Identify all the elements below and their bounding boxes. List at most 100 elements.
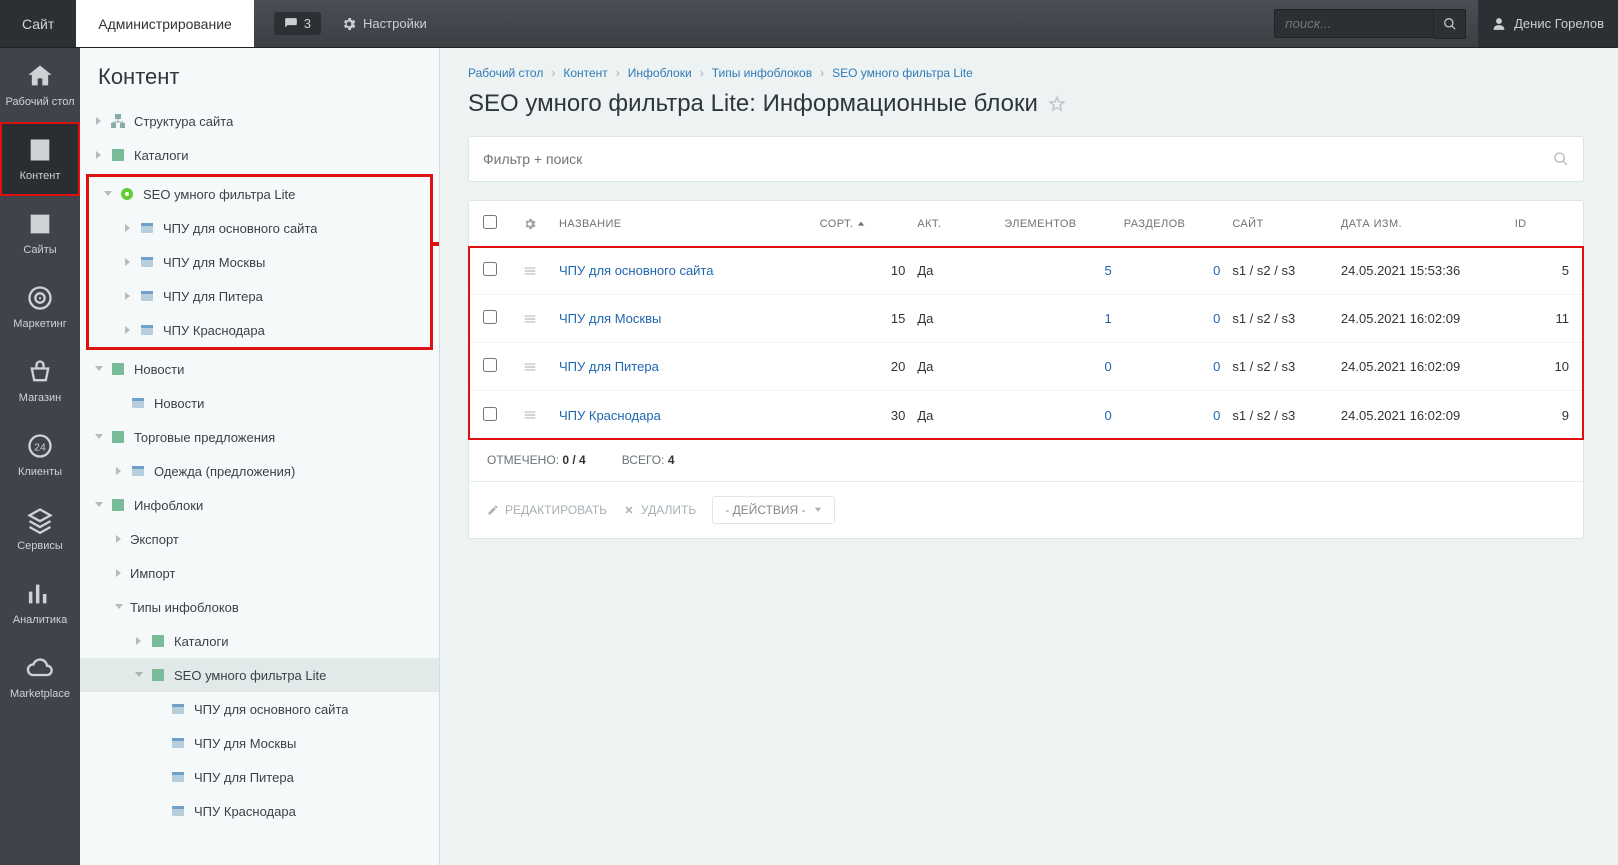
rail-shop[interactable]: Магазин (0, 344, 80, 418)
col-id[interactable]: ID (1515, 218, 1569, 230)
breadcrumb-link[interactable]: Контент (563, 66, 607, 80)
col-active[interactable]: АКТ. (917, 218, 1004, 230)
tree-types-seo-child[interactable]: ЧПУ для основного сайта (80, 692, 439, 726)
tree-catalogs[interactable]: Каталоги (80, 138, 439, 172)
tree-types-catalogs[interactable]: Каталоги (80, 624, 439, 658)
row-id: 9 (1515, 408, 1569, 423)
tab-admin[interactable]: Администрирование (76, 0, 254, 47)
chevron-right-icon (114, 568, 124, 578)
page-icon (139, 220, 155, 236)
rail-label: Маркетинг (13, 318, 66, 330)
rail-analytics[interactable]: Аналитика (0, 566, 80, 640)
rail-services[interactable]: Сервисы (0, 492, 80, 566)
tree-types-seo-child[interactable]: ЧПУ для Москвы (80, 726, 439, 760)
search-input[interactable] (1274, 9, 1434, 38)
search-button[interactable] (1434, 9, 1466, 39)
row-sort: 30 (820, 408, 918, 423)
tree-iblocks-types[interactable]: Типы инфоблоков (80, 590, 439, 624)
book-icon (110, 147, 126, 163)
rail-marketing[interactable]: Маркетинг (0, 270, 80, 344)
row-menu[interactable] (523, 360, 559, 374)
topbar: Сайт Администрирование 3 Настройки Денис… (0, 0, 1618, 48)
breadcrumb-link[interactable]: Типы инфоблоков (712, 66, 812, 80)
tree-offers-child[interactable]: Одежда (предложения) (80, 454, 439, 488)
row-elements[interactable]: 0 (1004, 408, 1123, 423)
row-name[interactable]: ЧПУ Краснодара (559, 408, 820, 423)
tree-seo-child[interactable]: ЧПУ для Питера (89, 279, 430, 313)
tree-news-child[interactable]: Новости (80, 386, 439, 420)
col-elements[interactable]: ЭЛЕМЕНТОВ (1004, 218, 1123, 230)
user-menu[interactable]: Денис Горелов (1478, 0, 1618, 47)
col-sort[interactable]: СОРТ. (820, 218, 918, 230)
tree-seo-child[interactable]: ЧПУ для основного сайта (89, 211, 430, 245)
edit-button[interactable]: РЕДАКТИРОВАТЬ (487, 503, 607, 517)
chevron-right-icon (114, 534, 124, 544)
gear-icon (523, 217, 537, 231)
tree-seo-child[interactable]: ЧПУ для Москвы (89, 245, 430, 279)
row-site: s1 / s2 / s3 (1232, 408, 1341, 423)
row-name[interactable]: ЧПУ для Питера (559, 359, 820, 374)
tree-seo-root[interactable]: SEO умного фильтра Lite (89, 177, 430, 211)
breadcrumb-link[interactable]: Инфоблоки (628, 66, 692, 80)
notifications-count: 3 (304, 16, 311, 31)
grid-settings[interactable] (523, 217, 559, 231)
row-sections[interactable]: 0 (1124, 359, 1233, 374)
col-date[interactable]: ДАТА ИЗМ. (1341, 218, 1515, 230)
select-all-checkbox[interactable] (483, 215, 497, 229)
row-name[interactable]: ЧПУ для основного сайта (559, 263, 820, 278)
row-date: 24.05.2021 15:53:36 (1341, 263, 1515, 278)
svg-text:24: 24 (33, 220, 47, 235)
rail-content[interactable]: Контент (0, 122, 80, 196)
table-row: ЧПУ для Питера20Да00s1 / s2 / s324.05.20… (469, 343, 1583, 391)
breadcrumb-link[interactable]: Рабочий стол (468, 66, 543, 80)
tree-seo-child[interactable]: ЧПУ Краснодара (89, 313, 430, 347)
row-name[interactable]: ЧПУ для Москвы (559, 311, 820, 326)
breadcrumb-sep: › (820, 66, 824, 80)
row-menu[interactable] (523, 408, 559, 422)
row-elements[interactable]: 1 (1004, 311, 1123, 326)
row-elements[interactable]: 5 (1004, 263, 1123, 278)
tree-types-seo-child[interactable]: ЧПУ для Питера (80, 760, 439, 794)
rail-sites[interactable]: 24 Сайты (0, 196, 80, 270)
rail-clients[interactable]: 24 Клиенты (0, 418, 80, 492)
col-sections[interactable]: РАЗДЕЛОВ (1124, 218, 1233, 230)
row-sections[interactable]: 0 (1124, 263, 1233, 278)
rail-desktop[interactable]: Рабочий стол (0, 48, 80, 122)
star-icon (1048, 95, 1066, 113)
rail-marketplace[interactable]: Marketplace (0, 640, 80, 714)
search-icon (1553, 151, 1569, 167)
row-sections[interactable]: 0 (1124, 311, 1233, 326)
row-checkbox[interactable] (483, 310, 497, 324)
row-checkbox[interactable] (483, 407, 497, 421)
actions-dropdown[interactable]: - ДЕЙСТВИЯ - (712, 496, 834, 524)
tree-iblocks-export[interactable]: Экспорт (80, 522, 439, 556)
row-sections[interactable]: 0 (1124, 408, 1233, 423)
settings-link[interactable]: Настройки (341, 0, 427, 47)
favorite-star[interactable] (1048, 95, 1066, 113)
row-date: 24.05.2021 16:02:09 (1341, 311, 1515, 326)
tab-site[interactable]: Сайт (0, 0, 76, 47)
tree-iblocks-root[interactable]: Инфоблоки (80, 488, 439, 522)
tree-structure[interactable]: Структура сайта (80, 104, 439, 138)
col-name[interactable]: НАЗВАНИЕ (559, 218, 820, 230)
tree-types-seo-child[interactable]: ЧПУ Краснодара (80, 794, 439, 828)
row-checkbox[interactable] (483, 262, 497, 276)
row-elements[interactable]: 0 (1004, 359, 1123, 374)
table-row: ЧПУ для основного сайта10Да50s1 / s2 / s… (469, 247, 1583, 295)
row-menu[interactable] (523, 264, 559, 278)
filter-search-button[interactable] (1553, 151, 1569, 167)
home-icon (26, 62, 54, 90)
tree-label: Инфоблоки (134, 498, 203, 513)
notifications-badge[interactable]: 3 (274, 12, 321, 35)
tree-news-root[interactable]: Новости (80, 352, 439, 386)
tree-types-seo[interactable]: SEO умного фильтра Lite (80, 658, 439, 692)
filter-input[interactable] (483, 151, 1553, 167)
page-icon (130, 395, 146, 411)
tree-iblocks-import[interactable]: Импорт (80, 556, 439, 590)
row-checkbox[interactable] (483, 358, 497, 372)
row-menu[interactable] (523, 312, 559, 326)
delete-button[interactable]: УДАЛИТЬ (623, 503, 696, 517)
col-site[interactable]: САЙТ (1232, 218, 1341, 230)
tree-offers-root[interactable]: Торговые предложения (80, 420, 439, 454)
breadcrumb-link[interactable]: SEO умного фильтра Lite (832, 66, 973, 80)
